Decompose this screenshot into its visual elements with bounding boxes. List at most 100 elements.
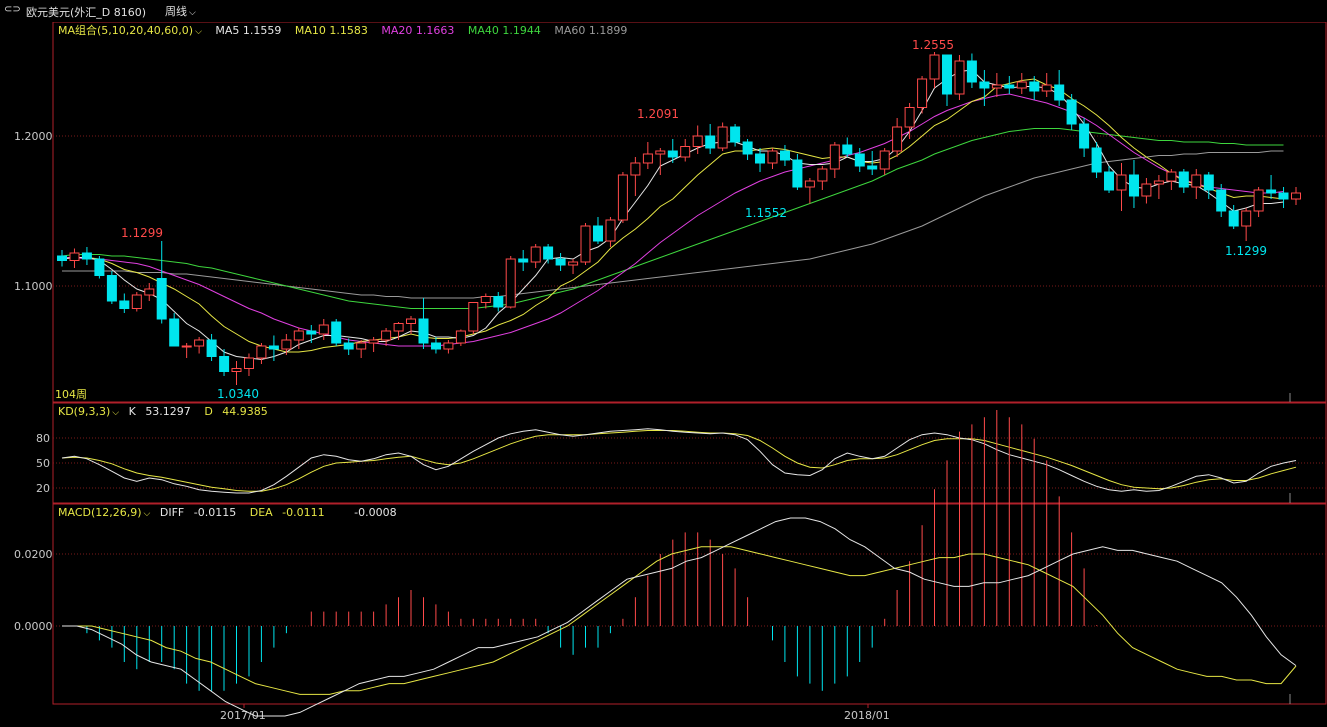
candle-body	[705, 135, 716, 149]
candle-body	[356, 342, 367, 350]
candle-body	[1191, 174, 1202, 188]
candle-body	[1104, 171, 1114, 191]
chevron-down-icon: ⌵	[189, 8, 196, 18]
candle	[1116, 163, 1127, 211]
main-y-tick-2: 1.1000	[14, 280, 53, 293]
kd-lines-group	[61, 428, 1297, 494]
candle	[1141, 178, 1152, 204]
candle	[1016, 73, 1027, 94]
candle	[1266, 175, 1277, 199]
link-icon[interactable]: ⊂⊃	[4, 4, 21, 15]
candle	[804, 178, 815, 204]
candle	[331, 319, 342, 346]
candle-body	[493, 296, 504, 308]
candle-body	[892, 126, 903, 152]
candle	[792, 154, 803, 190]
dea-label: DEA	[249, 506, 273, 519]
period-selector[interactable]: 周线 ⌵	[165, 3, 196, 19]
candle-body	[605, 219, 616, 242]
candle	[780, 145, 790, 166]
candle-body	[181, 345, 192, 348]
candle	[119, 293, 130, 313]
candle-body	[1091, 147, 1102, 173]
candle	[505, 256, 516, 309]
candle-body	[979, 81, 990, 89]
candle	[892, 118, 903, 157]
candle-body	[406, 318, 416, 324]
candle	[767, 148, 778, 169]
macd-label[interactable]: MACD(12,26,9)	[58, 506, 142, 519]
candle	[755, 148, 765, 172]
candle	[1091, 142, 1102, 178]
chevron-down-icon[interactable]: ⌵	[195, 27, 202, 37]
d-line	[61, 430, 1297, 492]
candle-body	[468, 302, 479, 332]
candle-body	[393, 323, 404, 332]
candle-body	[667, 150, 678, 158]
candle-body	[480, 296, 491, 303]
candle	[904, 103, 915, 139]
candle-body	[1291, 192, 1301, 200]
candle-body	[331, 321, 342, 344]
candle-body	[692, 135, 703, 147]
candle	[617, 172, 628, 223]
candle-body	[219, 356, 230, 372]
dea-line	[62, 546, 1297, 695]
candle-body	[917, 78, 928, 108]
candle	[1079, 118, 1090, 157]
candle	[593, 217, 603, 244]
candle	[829, 142, 840, 178]
ma10-legend: MA10 1.1583	[294, 24, 368, 37]
candle-body	[742, 141, 753, 155]
ma20-line-group	[62, 93, 1284, 347]
candle	[991, 73, 1002, 97]
candle-body	[1116, 174, 1127, 191]
kd-y-tick-80: 80	[36, 432, 50, 445]
period-count: 104周	[55, 388, 87, 401]
candle	[530, 244, 541, 268]
candle	[942, 54, 952, 106]
candle	[568, 259, 579, 274]
candle-body	[904, 107, 915, 128]
candle	[231, 361, 242, 385]
candle	[929, 52, 940, 88]
candle	[343, 338, 354, 355]
ma-group-label[interactable]: MA组合(5,10,20,40,60,0)	[58, 24, 193, 37]
candle-body	[1129, 174, 1139, 197]
annotation-low-3: 1.1299	[1225, 244, 1267, 258]
candle-body	[655, 150, 666, 155]
chart-canvas: 1.2000 1.1000 80 50 20 0.0200 0.0000 201…	[14, 22, 1327, 722]
candle	[1178, 169, 1189, 193]
chevron-down-icon[interactable]: ⌵	[144, 509, 151, 519]
candle	[81, 247, 92, 265]
candle-body	[1253, 189, 1264, 212]
macd-group	[62, 410, 1297, 717]
candle-body	[343, 342, 354, 350]
title-bar: ⊂⊃ 欧元美元(外汇_D 8160) 周线 ⌵	[0, 0, 1327, 22]
candle-body	[318, 324, 329, 335]
candle-body	[829, 144, 840, 170]
ma20-legend: MA20 1.1663	[381, 24, 455, 37]
ma5-legend: MA5 1.1559	[215, 24, 282, 37]
candle-body	[1029, 81, 1040, 92]
candle-body	[206, 339, 217, 357]
macd-y-tick-0000: 0.0000	[14, 620, 53, 633]
annotation-high-2: 1.2091	[637, 107, 679, 121]
annotation-low-2: 1.1552	[745, 206, 787, 220]
candle-body	[194, 339, 205, 347]
candle-body	[804, 180, 815, 188]
candle-body	[57, 255, 67, 261]
candle	[194, 337, 205, 354]
candle-body	[455, 330, 466, 344]
candle-body	[94, 258, 105, 276]
candle	[954, 55, 965, 100]
candle-body	[929, 54, 940, 80]
candle-body	[1066, 99, 1077, 125]
candle	[1191, 169, 1202, 199]
kd-label[interactable]: KD(9,3,3)	[58, 405, 110, 418]
x-label-2018: 2018/01	[844, 709, 890, 722]
candle-body	[642, 153, 653, 164]
candle-body	[381, 330, 392, 341]
chevron-down-icon[interactable]: ⌵	[112, 408, 119, 418]
candle	[169, 313, 180, 347]
